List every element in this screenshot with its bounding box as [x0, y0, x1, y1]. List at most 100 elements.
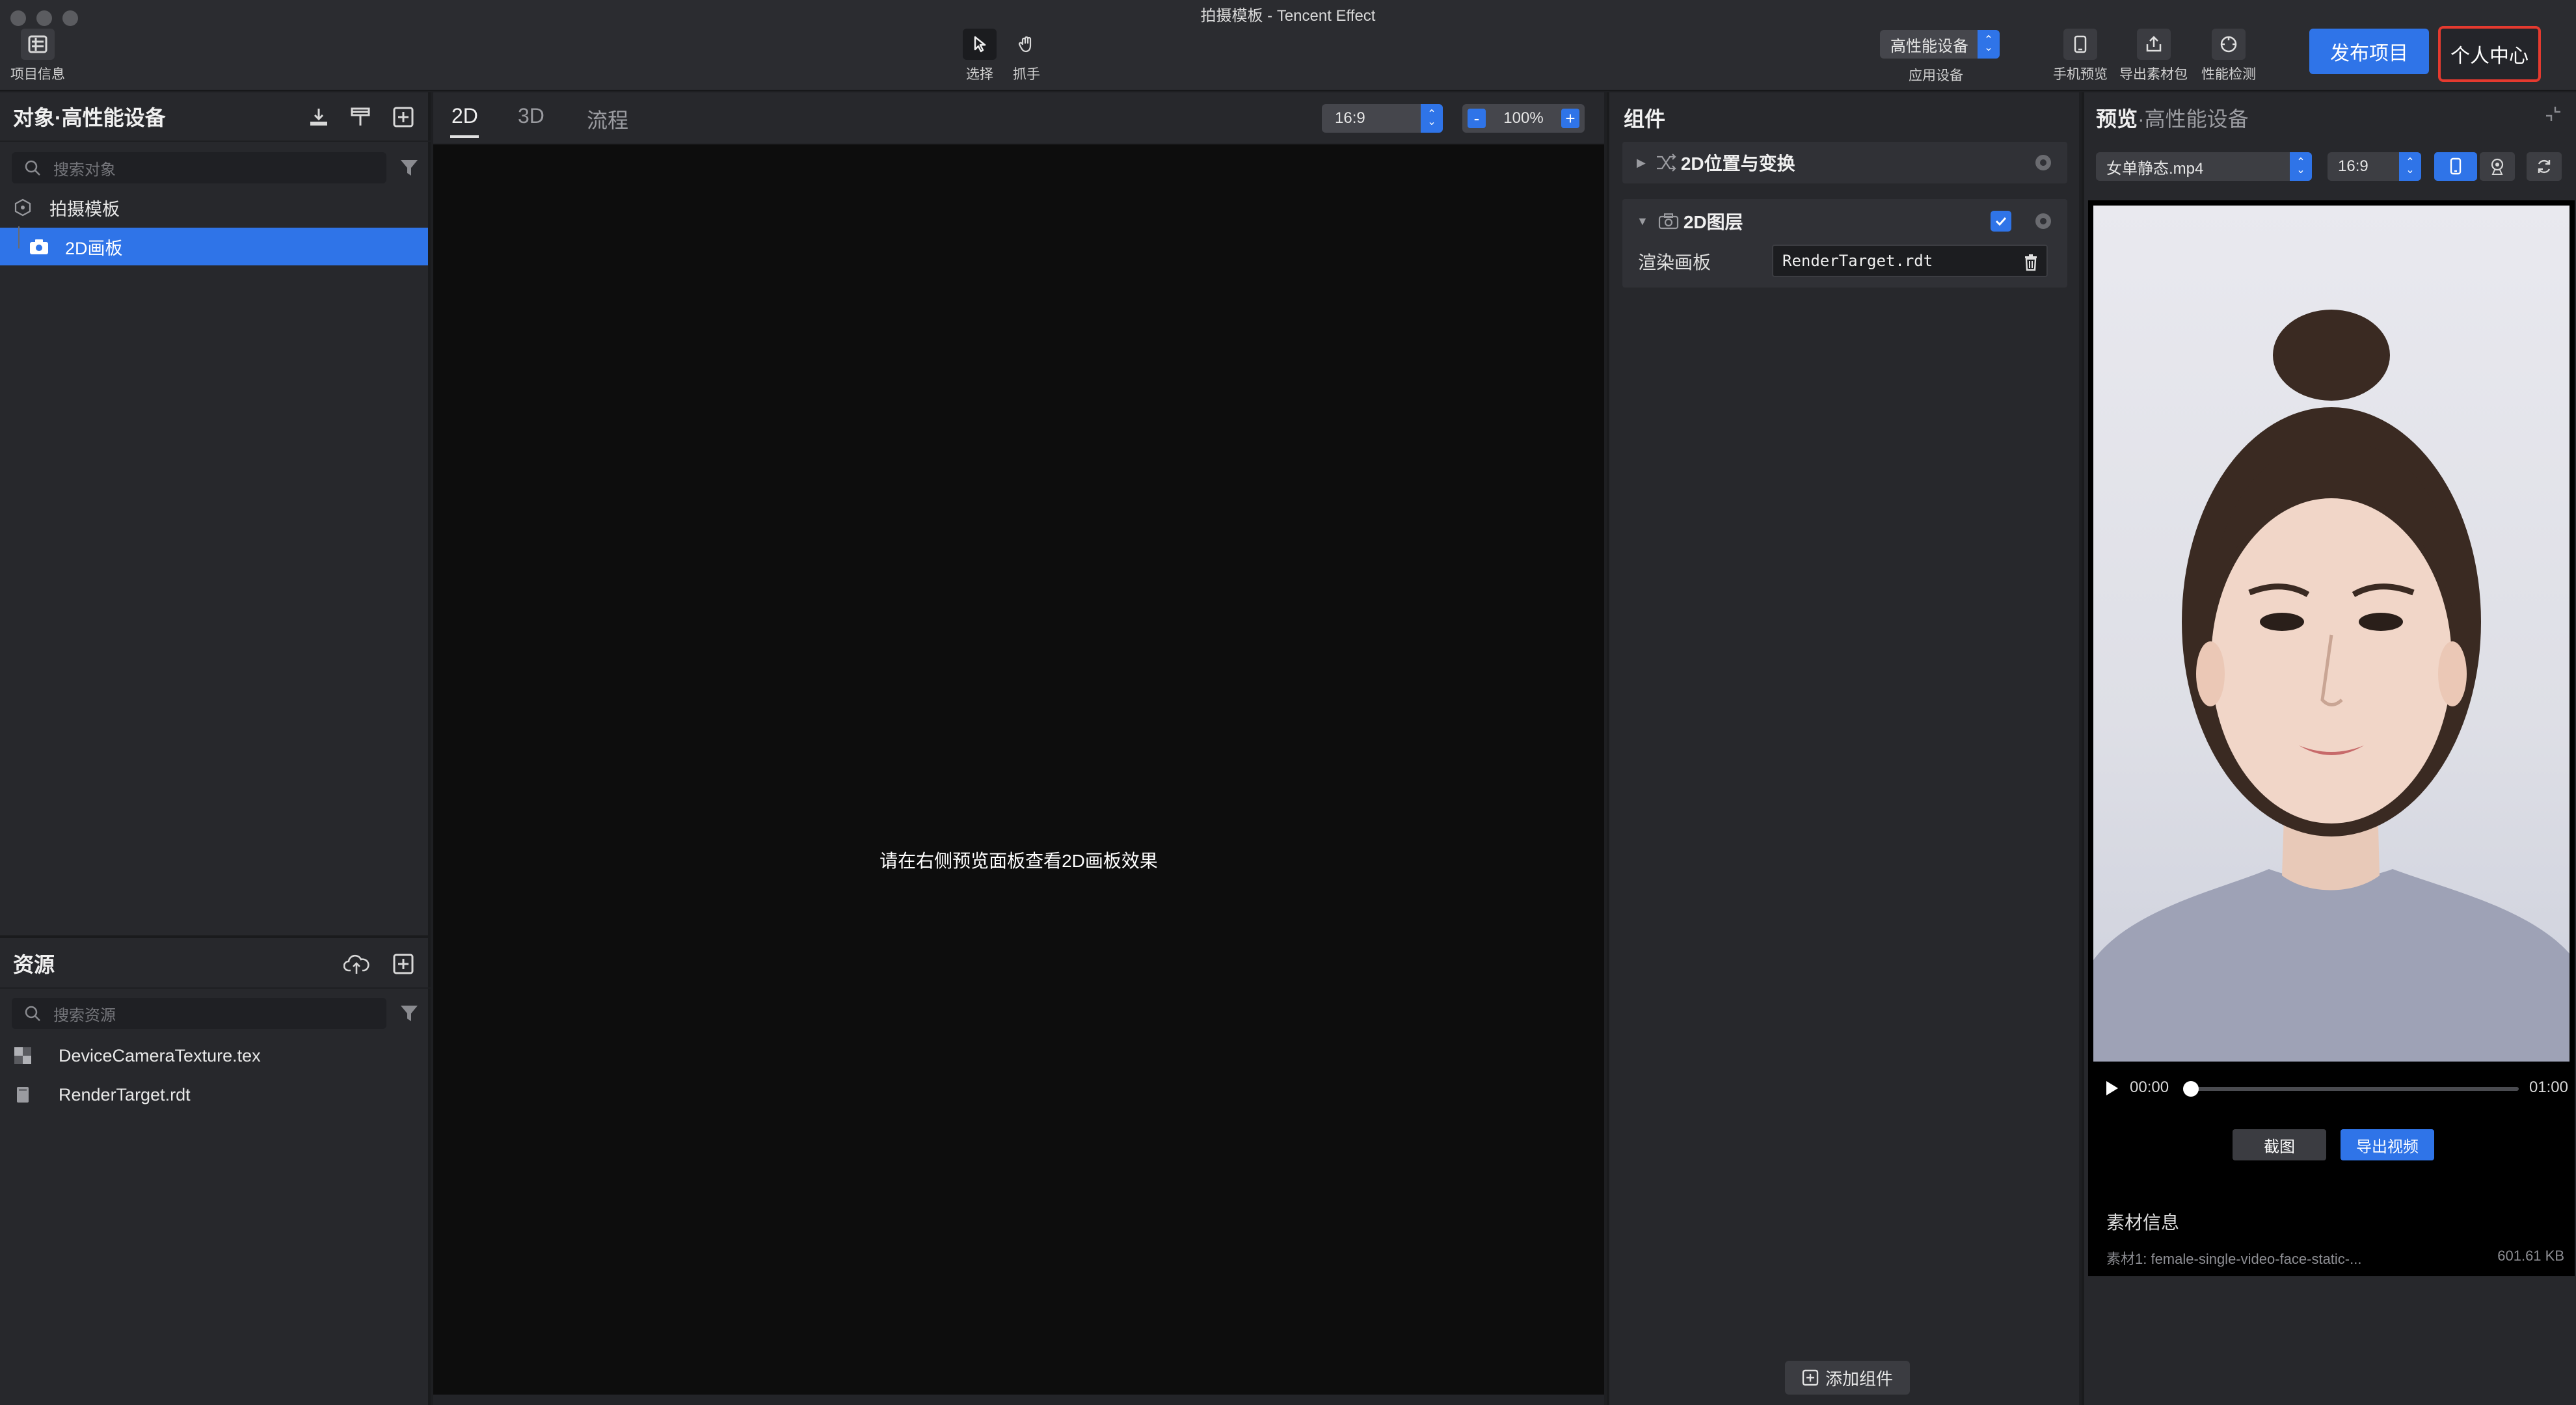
- gear-icon[interactable]: [2032, 210, 2054, 232]
- performance-icon: [2212, 29, 2246, 60]
- video-frame-image: [2093, 206, 2569, 1062]
- render-canvas-field[interactable]: RenderTarget.rdt: [1772, 245, 2048, 277]
- tree-item-shoot-template[interactable]: 拍摄模板: [0, 189, 428, 226]
- portrait-illustration: [2093, 310, 2569, 1062]
- window-title: 拍摄模板 - Tencent Effect: [1200, 7, 1376, 25]
- object-search-input[interactable]: 搜索对象: [12, 152, 386, 183]
- zoom-window-button[interactable]: [62, 10, 78, 26]
- tree-item-label: 2D画板: [65, 238, 123, 258]
- asset-item-render-target[interactable]: RenderTarget.rdt: [0, 1076, 428, 1114]
- components-panel: 组件 ▶ 2D位置与变换 ▼ 2D图层 渲染画板 RenderTarget.rd…: [1607, 92, 2079, 1405]
- asset-item-camera-texture[interactable]: DeviceCameraTexture.tex: [0, 1037, 428, 1075]
- media-select[interactable]: 女单静态.mp4 ⌃ ⌄: [2096, 152, 2312, 181]
- phone-preview-label: 手机预览: [2053, 67, 2108, 82]
- zoom-value: 100%: [1503, 109, 1544, 127]
- minimize-window-button[interactable]: [36, 10, 52, 26]
- template-icon: [14, 198, 31, 217]
- brush-icon[interactable]: [347, 104, 373, 130]
- refresh-button[interactable]: [2527, 152, 2562, 181]
- camera-icon: [1658, 213, 1678, 230]
- project-info-icon: [21, 29, 55, 60]
- filter-icon[interactable]: [398, 157, 420, 179]
- hand-icon: [1010, 29, 1043, 60]
- refresh-icon: [2538, 159, 2551, 174]
- render-canvas-value: RenderTarget.rdt: [1782, 252, 1933, 270]
- render-canvas-label: 渲染画板: [1638, 252, 1711, 273]
- personal-center-button[interactable]: 个人中心: [2438, 26, 2541, 82]
- perf-check-button[interactable]: 性能检测: [2201, 29, 2256, 83]
- object-search-placeholder: 搜索对象: [53, 161, 116, 179]
- zoom-control: - 100% +: [1462, 104, 1585, 133]
- publish-button[interactable]: 发布项目: [2309, 29, 2429, 74]
- trash-icon[interactable]: [2023, 253, 2039, 271]
- aspect-ratio-value: 16:9: [1335, 109, 1365, 127]
- preview-ratio-value: 16:9: [2338, 157, 2368, 175]
- material-info-size: 601.61 KB: [2497, 1248, 2564, 1264]
- camera-icon: [30, 239, 48, 254]
- total-time: 01:00: [2529, 1078, 2568, 1096]
- tab-2d[interactable]: 2D: [451, 104, 478, 128]
- collapse-arrow-icon: ▼: [1637, 214, 1648, 228]
- editor-area: 2D 3D 流程 16:9 ⌃ ⌄ - 100% + 请在右侧预览面板查看2D画板…: [433, 92, 1604, 1405]
- preview-title: 预览·高性能设备: [2096, 103, 2249, 133]
- editor-canvas[interactable]: 请在右侧预览面板查看2D画板效果: [433, 144, 1604, 1395]
- export-pack-button[interactable]: 导出素材包: [2119, 29, 2188, 83]
- video-progress-knob[interactable]: [2183, 1081, 2199, 1097]
- asset-search-placeholder: 搜索资源: [53, 1006, 116, 1024]
- component-title: 2D位置与变换: [1680, 154, 1795, 174]
- render-target-icon: [17, 1087, 29, 1103]
- webcam-icon: [2491, 158, 2504, 175]
- import-icon[interactable]: [306, 104, 332, 130]
- chevron-updown-icon: ⌃ ⌄: [2290, 152, 2312, 181]
- chevron-updown-icon: ⌃ ⌄: [1421, 104, 1443, 133]
- material-info-title: 素材信息: [2106, 1212, 2180, 1233]
- preview-ratio-select[interactable]: 16:9 ⌃ ⌄: [2328, 152, 2421, 181]
- device-select-value: 高性能设备: [1890, 37, 1968, 55]
- add-asset-icon[interactable]: [390, 951, 416, 977]
- project-info-button[interactable]: 项目信息: [10, 29, 65, 83]
- preview-panel: 预览·高性能设备 女单静态.mp4 ⌃ ⌄ 16:9 ⌃ ⌄ 00:00 01:…: [2082, 92, 2576, 1405]
- device-view-button[interactable]: [2434, 152, 2477, 181]
- preview-title-sub: ·高性能设备: [2138, 107, 2249, 131]
- hand-tool-button[interactable]: 抓手: [1010, 29, 1043, 83]
- tab-flow[interactable]: 流程: [587, 104, 628, 134]
- aspect-ratio-select[interactable]: 16:9 ⌃ ⌄: [1322, 104, 1443, 133]
- export-video-button[interactable]: 导出视频: [2341, 1129, 2434, 1160]
- video-preview[interactable]: 00:00 01:00 截图 导出视频: [2088, 200, 2575, 1276]
- media-select-value: 女单静态.mp4: [2106, 159, 2204, 178]
- zoom-in-button[interactable]: +: [1561, 109, 1579, 128]
- add-object-icon[interactable]: [390, 104, 416, 130]
- add-component-button[interactable]: 添加组件: [1785, 1361, 1910, 1395]
- device-select[interactable]: 高性能设备 ⌃ ⌄: [1880, 30, 2000, 59]
- tree-item-2d-canvas[interactable]: 2D画板: [0, 228, 428, 265]
- cloud-upload-icon[interactable]: [343, 951, 369, 977]
- component-2d-transform: ▶ 2D位置与变换: [1622, 142, 2067, 183]
- zoom-out-button[interactable]: -: [1468, 109, 1486, 128]
- video-progress-track[interactable]: [2188, 1087, 2519, 1091]
- phone-icon: [2063, 29, 2097, 60]
- gear-icon[interactable]: [2032, 152, 2054, 174]
- phone-icon: [2450, 157, 2462, 175]
- objects-panel-title: 对象·高性能设备: [13, 106, 166, 129]
- panel-divider: [0, 935, 428, 938]
- preview-title-main: 预览: [2096, 107, 2138, 131]
- chevron-updown-icon: ⌃ ⌄: [2399, 152, 2421, 181]
- component-header[interactable]: ▶ 2D位置与变换: [1622, 142, 2067, 183]
- select-tool-button[interactable]: 选择: [963, 29, 997, 83]
- asset-search-input[interactable]: 搜索资源: [12, 998, 386, 1029]
- add-icon: [1802, 1369, 1819, 1386]
- camera-view-button[interactable]: [2480, 152, 2515, 181]
- tab-3d[interactable]: 3D: [518, 104, 544, 128]
- collapse-icon[interactable]: [2542, 103, 2564, 125]
- current-time: 00:00: [2130, 1078, 2169, 1096]
- components-title: 组件: [1624, 107, 1666, 131]
- phone-preview-button[interactable]: 手机预览: [2053, 29, 2108, 83]
- filter-icon[interactable]: [398, 1002, 420, 1024]
- left-panel: 对象·高性能设备 搜索对象 拍摄模板 2D画板 资源 搜索资源 DeviceCa: [0, 92, 431, 1405]
- close-window-button[interactable]: [10, 10, 26, 26]
- screenshot-button[interactable]: 截图: [2233, 1129, 2326, 1160]
- play-icon[interactable]: [2102, 1079, 2121, 1097]
- component-enabled-checkbox[interactable]: [1991, 211, 2011, 232]
- perf-check-label: 性能检测: [2201, 67, 2256, 82]
- add-component-label: 添加组件: [1825, 1369, 1893, 1389]
